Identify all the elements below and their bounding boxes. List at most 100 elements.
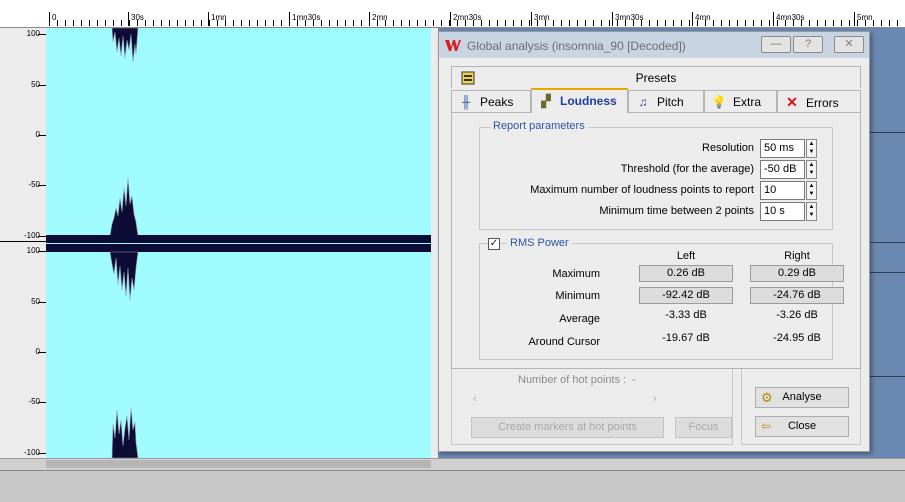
ruler-minor-tick <box>801 20 802 26</box>
slider-right-arrow-icon[interactable]: › <box>653 393 657 405</box>
max-loudness-points-input[interactable]: 10 <box>760 181 805 200</box>
ruler-minor-tick <box>561 20 562 26</box>
ruler-minor-tick <box>249 20 250 26</box>
resolution-stepper[interactable]: ▲ ▼ <box>806 139 817 158</box>
y-label-top-minus100: -100 <box>23 231 40 240</box>
waveform-view[interactable] <box>46 28 431 458</box>
ruler-minor-tick <box>145 20 146 26</box>
hot-points-value: - <box>632 374 636 386</box>
tab-peaks[interactable]: ╫ Peaks <box>451 90 531 112</box>
threshold-stepper[interactable]: ▲ ▼ <box>806 160 817 179</box>
ruler-minor-tick <box>233 20 234 26</box>
rms-minimum-left: -92.42 dB <box>639 287 733 304</box>
threshold-input[interactable]: -50 dB <box>760 160 805 179</box>
analyse-button-label: Analyse <box>782 391 822 403</box>
min-time-input[interactable]: 10 s <box>760 202 805 221</box>
ruler-minor-tick <box>857 20 858 26</box>
tab-pitch-label: Pitch <box>657 95 684 109</box>
ruler-minor-tick <box>177 20 178 26</box>
ruler-label-3mn30s: 3mn30s <box>615 13 644 22</box>
ruler-minor-tick <box>841 20 842 26</box>
background-pane <box>870 132 905 452</box>
resolution-input[interactable]: 50 ms <box>760 139 805 158</box>
rms-around-cursor-right: -24.95 dB <box>773 332 821 344</box>
ruler-minor-tick <box>169 20 170 26</box>
dialog-titlebar[interactable]: Global analysis (insomnia_90 [Decoded]) … <box>439 32 869 58</box>
ruler-minor-tick <box>297 20 298 26</box>
tab-loudness-label: Loudness <box>560 94 617 108</box>
hot-points-slider[interactable]: ‹ › <box>471 393 661 407</box>
ruler-minor-tick <box>745 20 746 26</box>
ruler-minor-tick <box>649 20 650 26</box>
ruler-minor-tick <box>441 20 442 26</box>
rms-power-checkbox[interactable]: ✓ <box>488 238 500 250</box>
ruler-minor-tick <box>193 20 194 26</box>
rms-around-cursor-label: Around Cursor <box>528 336 600 348</box>
ruler-minor-tick <box>721 20 722 26</box>
waveform-burst-top-end <box>109 177 139 237</box>
close-window-button[interactable]: ✕ <box>834 36 864 53</box>
tab-errors-label: Errors <box>806 96 839 110</box>
y-label-bottom-minus50: -50 <box>28 397 40 406</box>
waveform-graphic <box>46 28 431 458</box>
ruler-minor-tick <box>513 20 514 26</box>
min-time-stepper[interactable]: ▲ ▼ <box>806 202 817 221</box>
ruler-minor-tick <box>817 20 818 26</box>
close-button[interactable]: ⇦ Close <box>755 416 849 437</box>
tab-extra[interactable]: 💡 Extra <box>704 90 777 112</box>
ruler-minor-tick <box>97 20 98 26</box>
ruler-tick <box>450 12 451 26</box>
y-tick <box>38 34 46 35</box>
ruler-minor-tick <box>185 20 186 26</box>
tab-loudness[interactable]: ▞ Loudness <box>531 88 628 113</box>
y-tick <box>38 85 46 86</box>
time-ruler[interactable]: 0 30s 1mn 1mn30s 2mn 2mn30s 3mn 3mn30s 4… <box>0 0 905 28</box>
tab-presets-label: Presets <box>635 71 677 85</box>
ruler-minor-tick <box>265 20 266 26</box>
tab-presets[interactable]: Presets <box>451 66 861 88</box>
app-logo-icon <box>445 40 461 51</box>
waveform-band-bottom <box>46 244 431 252</box>
ruler-minor-tick <box>369 20 370 26</box>
loudness-icon: ▞ <box>541 94 551 108</box>
y-tick <box>38 251 46 252</box>
ruler-minor-tick <box>633 20 634 26</box>
create-markers-button[interactable]: Create markers at hot points <box>471 417 664 438</box>
ruler-minor-tick <box>585 20 586 26</box>
ruler-minor-tick <box>833 20 834 26</box>
ruler-minor-tick <box>873 20 874 26</box>
focus-button[interactable]: Focus <box>675 417 732 438</box>
ruler-minor-tick <box>217 20 218 26</box>
ruler-minor-tick <box>361 20 362 26</box>
ruler-minor-tick <box>489 20 490 26</box>
error-x-icon: ✕ <box>786 94 798 110</box>
ruler-minor-tick <box>377 20 378 26</box>
ruler-minor-tick <box>617 20 618 26</box>
slider-left-arrow-icon[interactable]: ‹ <box>473 393 477 405</box>
min-time-label: Minimum time between 2 points <box>599 205 754 217</box>
ruler-minor-tick <box>201 20 202 26</box>
rms-average-label: Average <box>559 313 600 325</box>
presets-icon <box>461 71 475 85</box>
ruler-minor-tick <box>425 20 426 26</box>
ruler-tick <box>692 12 693 26</box>
ruler-minor-tick <box>449 20 450 26</box>
ruler-label-0: 0 <box>52 13 57 22</box>
ruler-minor-tick <box>577 20 578 26</box>
ruler-tick <box>612 12 613 26</box>
ruler-minor-tick <box>865 20 866 26</box>
ruler-minor-tick <box>777 20 778 26</box>
ruler-minor-tick <box>697 20 698 26</box>
ruler-minor-tick <box>73 20 74 26</box>
ruler-minor-tick <box>673 20 674 26</box>
rms-power-label: RMS Power <box>507 237 572 249</box>
ruler-minor-tick <box>545 20 546 26</box>
analyse-button[interactable]: ⚙ Analyse <box>755 387 849 408</box>
minimize-button[interactable]: — <box>761 36 791 53</box>
rms-maximum-right: 0.29 dB <box>750 265 844 282</box>
tab-errors[interactable]: ✕ Errors <box>777 90 861 112</box>
help-button[interactable]: ? <box>793 36 823 53</box>
scrollbar-thumb[interactable] <box>46 460 431 468</box>
max-loudness-points-stepper[interactable]: ▲ ▼ <box>806 181 817 200</box>
tab-pitch[interactable]: ♫ Pitch <box>628 90 704 112</box>
